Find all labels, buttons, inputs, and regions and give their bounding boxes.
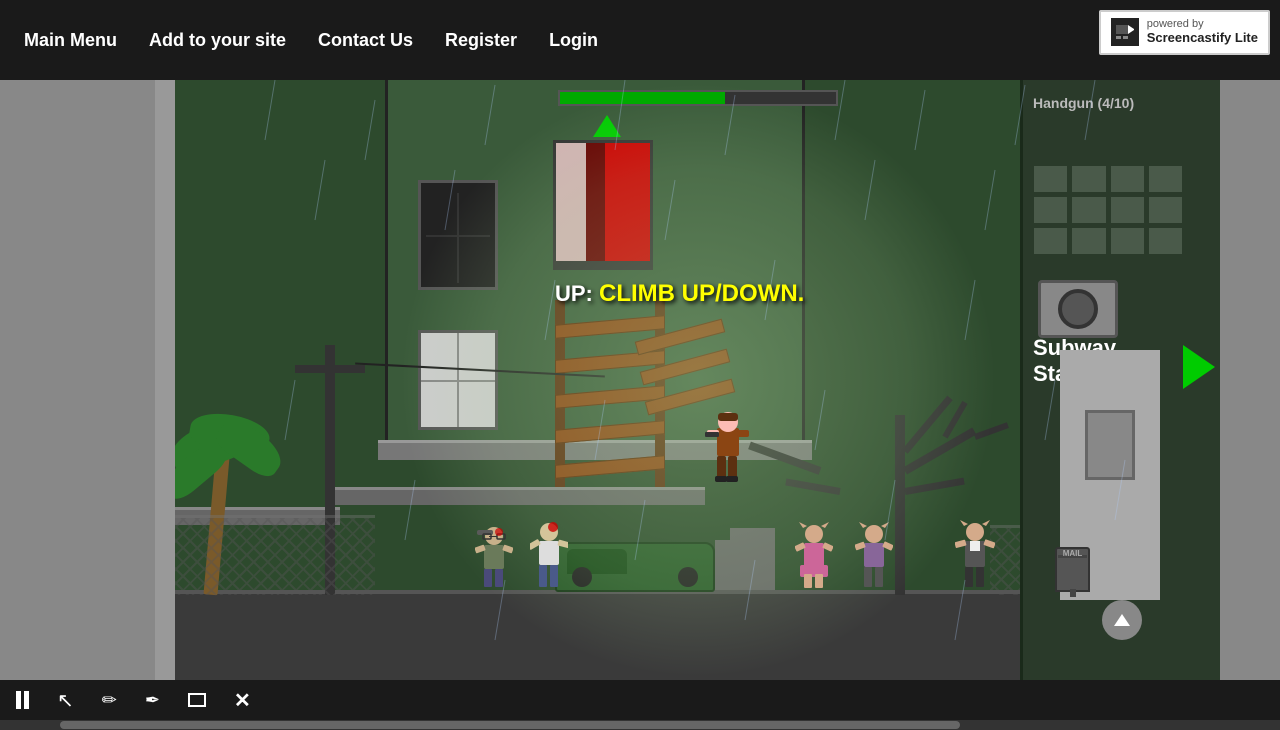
building-window-left xyxy=(418,180,498,290)
pause-icon xyxy=(16,691,29,709)
zombie-2 xyxy=(530,520,568,592)
pencil-tool-button[interactable]: ✏ xyxy=(96,686,123,715)
screencastify-text: powered by Screencastify Lite xyxy=(1147,18,1258,47)
zombie-1 xyxy=(475,524,513,592)
right-panel xyxy=(1220,80,1280,680)
cursor-icon: ↖ xyxy=(57,688,74,713)
rectangle-tool-button[interactable] xyxy=(182,689,212,711)
zombie-4 xyxy=(855,522,893,592)
close-icon: ✕ xyxy=(234,688,251,713)
bottom-toolbar: ↖ ✏ ✒ ✕ xyxy=(0,680,1280,720)
building-scene: UP: CLIMB UP/DOWN. xyxy=(175,80,1220,680)
direction-arrow xyxy=(593,115,621,137)
scrollbar-thumb[interactable] xyxy=(60,721,960,729)
player-character xyxy=(705,408,750,488)
grid-wall-pattern xyxy=(1033,165,1183,255)
building-window-lower xyxy=(418,330,498,430)
fence-left xyxy=(175,515,375,595)
platform-mid xyxy=(335,487,705,505)
screencastify-icon xyxy=(1111,18,1139,46)
health-bar xyxy=(558,90,838,106)
car xyxy=(555,542,715,592)
game-area: UP: CLIMB UP/DOWN. xyxy=(0,80,1280,680)
register-button[interactable]: Register xyxy=(431,22,531,59)
screencastify-branding: powered by Screencastify Lite xyxy=(1099,10,1270,55)
far-right-building-window xyxy=(1085,410,1135,480)
building-window-center xyxy=(553,140,653,270)
scroll-up-arrow[interactable] xyxy=(1102,600,1142,640)
handgun-counter: Handgun (4/10) xyxy=(1033,95,1134,111)
game-instruction-text: UP: CLIMB UP/DOWN. xyxy=(555,280,804,308)
mailbox: MAIL xyxy=(1055,547,1090,592)
subway-arrow xyxy=(1183,345,1215,389)
scrollbar[interactable] xyxy=(0,720,1280,730)
pen-tool-button[interactable]: ✒ xyxy=(139,686,166,715)
close-tool-button[interactable]: ✕ xyxy=(228,684,257,717)
pencil-icon: ✏ xyxy=(102,690,117,711)
pause-button[interactable] xyxy=(10,687,35,713)
add-to-site-button[interactable]: Add to your site xyxy=(135,22,300,59)
bare-tree xyxy=(895,415,905,595)
rectangle-icon xyxy=(188,693,206,707)
left-panel xyxy=(0,80,175,680)
main-menu-button[interactable]: Main Menu xyxy=(10,22,131,59)
pen-icon: ✒ xyxy=(145,690,160,711)
left-panel-inner xyxy=(155,80,175,680)
top-navigation: Main Menu Add to your site Contact Us Re… xyxy=(0,0,1280,80)
health-bar-fill xyxy=(560,92,726,104)
contact-us-button[interactable]: Contact Us xyxy=(304,22,427,59)
cursor-tool-button[interactable]: ↖ xyxy=(51,684,80,717)
login-button[interactable]: Login xyxy=(535,22,612,59)
zombie-3 xyxy=(795,522,833,592)
zombie-5 xyxy=(955,520,995,592)
subway-icon-box xyxy=(1038,280,1118,338)
